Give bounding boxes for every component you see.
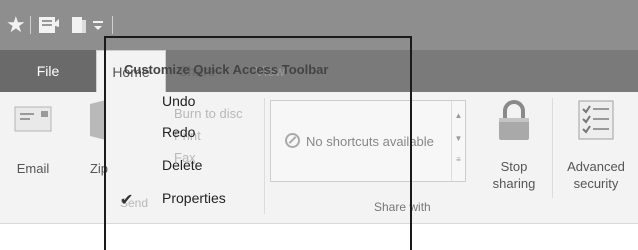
dropdown-icon[interactable] [92,16,104,38]
menu-item-undo[interactable]: Undo [162,93,195,109]
more-icon[interactable]: ≡ [452,155,465,164]
new-folder-icon[interactable] [70,15,88,39]
qat-separator [30,16,31,34]
group-divider [552,98,553,198]
zip-label: Zip [89,161,108,176]
checklist-icon [578,100,614,140]
stop-sharing-label: Stop sharing [486,158,542,192]
scroll-down-icon[interactable]: ▼ [452,134,465,143]
star-icon[interactable]: ★ [6,14,26,36]
advanced-security-button[interactable]: Advanced security [558,100,634,200]
stop-sharing-line2: sharing [492,176,536,191]
gallery-scroll[interactable]: ▲ ▼ ≡ [451,101,465,181]
padlock-icon [499,100,529,140]
stop-sharing-line1: Stop [500,159,528,174]
stop-sharing-button[interactable]: Stop sharing [486,100,542,200]
properties-icon[interactable] [38,15,60,39]
menu-item-delete[interactable]: Delete [162,157,202,173]
email-label: Email [16,161,50,176]
menu-title: Customize Quick Access Toolbar [124,62,329,77]
email-icon [14,106,52,132]
zip-button[interactable]: Zip [62,100,108,180]
menu-item-properties[interactable]: Properties [162,190,226,206]
menu-item-redo[interactable]: Redo [162,124,195,140]
email-button[interactable]: Email [8,100,58,180]
advanced-security-label: Advanced security [558,158,634,192]
qat-separator [112,16,113,34]
scroll-up-icon[interactable]: ▲ [452,111,465,120]
check-icon: ✔ [120,192,134,209]
advanced-security-line2: security [573,176,619,191]
tab-file[interactable]: File [0,50,96,92]
advanced-security-line1: Advanced [567,159,625,174]
